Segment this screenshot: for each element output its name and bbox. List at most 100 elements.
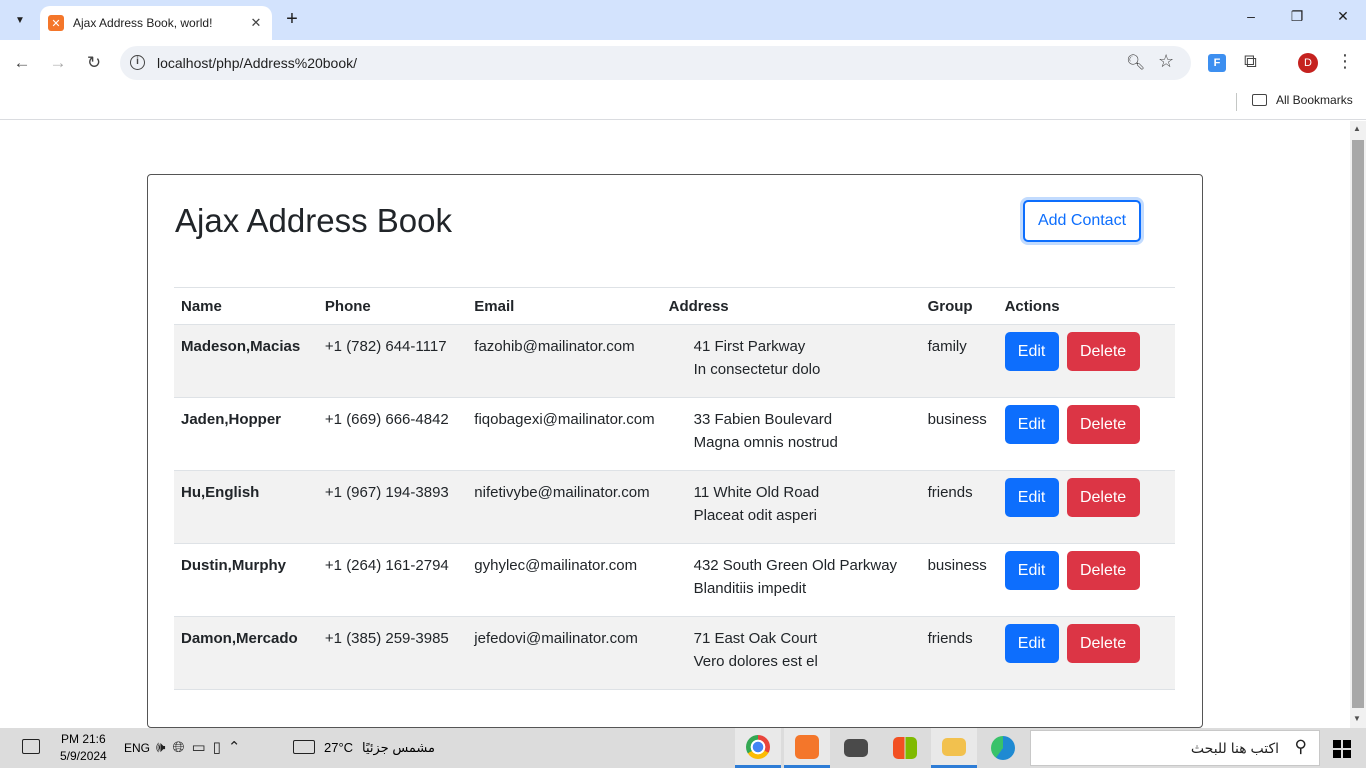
contact-group: business bbox=[920, 397, 998, 471]
windows-start-icon[interactable] bbox=[1333, 740, 1351, 758]
contact-name: Dustin,Murphy bbox=[174, 543, 318, 617]
browser-tab[interactable]: ✕ Ajax Address Book, world! ✕ bbox=[40, 6, 272, 40]
zoom-icon[interactable]: 🔍︎ bbox=[1126, 53, 1145, 71]
extension-icon[interactable]: F bbox=[1208, 54, 1226, 72]
clock[interactable]: PM 21:6 5/9/2024 bbox=[60, 731, 107, 765]
chevron-up-icon[interactable]: ⌃ bbox=[228, 739, 248, 756]
taskbar-chrome[interactable] bbox=[735, 728, 781, 768]
tab-search-button[interactable]: ▼ bbox=[8, 9, 32, 31]
windows-taskbar: PM 21:6 5/9/2024 ENG 🕪︎🌐︎▭▯⌃ 27°C مشمس ج… bbox=[0, 728, 1366, 768]
all-bookmarks-link[interactable]: All Bookmarks bbox=[1276, 93, 1353, 107]
bookmarks-divider bbox=[1236, 93, 1237, 111]
column-header-email: Email bbox=[467, 287, 662, 325]
notification-icon[interactable] bbox=[22, 739, 40, 754]
edit-button[interactable]: Edit bbox=[1004, 478, 1059, 517]
taskbar-xampp[interactable] bbox=[784, 728, 830, 768]
contact-name: Jaden,Hopper bbox=[174, 397, 318, 471]
address-line1: 71 East Oak Court bbox=[693, 630, 818, 647]
battery-icon[interactable]: ▭ bbox=[191, 739, 212, 756]
page-scrollbar[interactable]: ▲ ▼ bbox=[1350, 121, 1366, 728]
table-row: Dustin,Murphy +1 (264) 161-2794 gyhylec@… bbox=[174, 543, 1175, 617]
edit-button[interactable]: Edit bbox=[1004, 405, 1059, 444]
contact-actions: Edit Delete bbox=[997, 616, 1175, 690]
bookmarks-bar: All Bookmarks bbox=[0, 86, 1366, 120]
file-explorer-icon bbox=[942, 737, 966, 756]
tab-strip: ▼ ✕ Ajax Address Book, world! ✕ + – ❐ ✕ bbox=[0, 0, 1366, 40]
mail-icon bbox=[844, 739, 868, 757]
extensions-puzzle-icon[interactable]: ⧉ bbox=[1244, 51, 1257, 72]
scrollbar-thumb[interactable] bbox=[1352, 140, 1364, 708]
delete-button[interactable]: Delete bbox=[1066, 624, 1140, 663]
volume-icon[interactable]: 🕪︎ bbox=[156, 739, 172, 756]
contact-address: 11 White Old Road Placeat odit asperi bbox=[661, 470, 921, 544]
contact-group: business bbox=[920, 543, 998, 617]
table-row: Jaden,Hopper +1 (669) 666-4842 fiqobagex… bbox=[174, 397, 1175, 471]
contact-name: Hu,English bbox=[174, 470, 318, 544]
table-row: Hu,English +1 (967) 194-3893 nifetivybe@… bbox=[174, 470, 1175, 544]
address-bar[interactable]: i localhost/php/Address%20book/ 🔍︎ ☆ bbox=[120, 46, 1191, 80]
reload-icon[interactable]: ↻ bbox=[82, 51, 106, 75]
profile-avatar[interactable]: D bbox=[1298, 53, 1318, 73]
page-viewport: Ajax Address Book Add Contact Name Phone… bbox=[0, 121, 1350, 728]
close-window-button[interactable]: ✕ bbox=[1331, 8, 1355, 25]
contact-address: 432 South Green Old Parkway Blanditiis i… bbox=[661, 543, 921, 617]
column-header-actions: Actions bbox=[997, 287, 1175, 325]
site-info-icon[interactable]: i bbox=[130, 55, 145, 70]
forward-arrow-icon[interactable]: → bbox=[46, 51, 70, 75]
minimize-button[interactable]: – bbox=[1239, 8, 1263, 24]
browser-toolbar: ← → ↻ i localhost/php/Address%20book/ 🔍︎… bbox=[0, 40, 1366, 86]
scroll-down-arrow-icon[interactable]: ▼ bbox=[1353, 714, 1361, 723]
taskbar-search-box[interactable]: اكتب هنا للبحث ⚲ bbox=[1030, 730, 1320, 766]
weather-description[interactable]: مشمس جزئيًا bbox=[362, 740, 435, 756]
language-indicator[interactable]: ENG bbox=[124, 741, 150, 755]
taskbar-store[interactable] bbox=[882, 728, 928, 768]
network-icon[interactable]: 🌐︎ bbox=[172, 739, 191, 756]
address-line2: Magna omnis nostrud bbox=[693, 434, 838, 451]
new-tab-button[interactable]: + bbox=[283, 9, 301, 31]
contact-name: Damon,Mercado bbox=[174, 616, 318, 690]
system-tray[interactable]: 🕪︎🌐︎▭▯⌃ bbox=[156, 738, 248, 756]
taskbar-file-explorer[interactable] bbox=[931, 728, 977, 768]
page-title: Ajax Address Book bbox=[175, 202, 452, 239]
menu-kebab-icon[interactable]: ⋮ bbox=[1336, 51, 1354, 72]
delete-button[interactable]: Delete bbox=[1066, 405, 1140, 444]
delete-button[interactable]: Delete bbox=[1066, 332, 1140, 371]
scroll-up-arrow-icon[interactable]: ▲ bbox=[1353, 124, 1361, 133]
address-line1: 432 South Green Old Parkway bbox=[693, 557, 898, 574]
xampp-favicon-icon: ✕ bbox=[48, 15, 64, 31]
tray-device-icon[interactable]: ▯ bbox=[213, 739, 228, 756]
contact-actions: Edit Delete bbox=[997, 470, 1175, 544]
contact-email: fiqobagexi@mailinator.com bbox=[467, 397, 662, 471]
back-arrow-icon[interactable]: ← bbox=[10, 51, 34, 75]
edge-icon bbox=[991, 736, 1015, 760]
folder-icon[interactable] bbox=[1252, 94, 1267, 106]
contact-actions: Edit Delete bbox=[997, 324, 1175, 398]
bookmark-star-icon[interactable]: ☆ bbox=[1158, 51, 1174, 72]
address-line1: 41 First Parkway bbox=[693, 338, 806, 355]
weather-icon[interactable] bbox=[293, 740, 315, 754]
delete-button[interactable]: Delete bbox=[1066, 478, 1140, 517]
contact-actions: Edit Delete bbox=[997, 397, 1175, 471]
contact-group: friends bbox=[920, 616, 998, 690]
add-contact-button[interactable]: Add Contact bbox=[1023, 200, 1141, 242]
column-header-name: Name bbox=[174, 287, 318, 325]
address-line2: In consectetur dolo bbox=[693, 361, 821, 378]
delete-button[interactable]: Delete bbox=[1066, 551, 1140, 590]
contact-group: friends bbox=[920, 470, 998, 544]
contact-name: Madeson,Macias bbox=[174, 324, 318, 398]
contact-group: family bbox=[920, 324, 998, 398]
restore-button[interactable]: ❐ bbox=[1285, 8, 1309, 25]
edit-button[interactable]: Edit bbox=[1004, 624, 1059, 663]
tab-close-icon[interactable]: ✕ bbox=[248, 15, 264, 31]
contact-actions: Edit Delete bbox=[997, 543, 1175, 617]
taskbar-edge[interactable] bbox=[980, 728, 1026, 768]
weather-temperature[interactable]: 27°C bbox=[324, 740, 353, 755]
taskbar-mail[interactable] bbox=[833, 728, 879, 768]
address-book-card: Ajax Address Book Add Contact Name Phone… bbox=[147, 174, 1203, 728]
contact-phone: +1 (669) 666-4842 bbox=[317, 397, 468, 471]
url-text[interactable]: localhost/php/Address%20book/ bbox=[157, 55, 357, 71]
column-header-phone: Phone bbox=[317, 287, 468, 325]
edit-button[interactable]: Edit bbox=[1004, 332, 1059, 371]
contacts-table: Name Phone Email Address Group Actions M… bbox=[174, 287, 1175, 690]
edit-button[interactable]: Edit bbox=[1004, 551, 1059, 590]
